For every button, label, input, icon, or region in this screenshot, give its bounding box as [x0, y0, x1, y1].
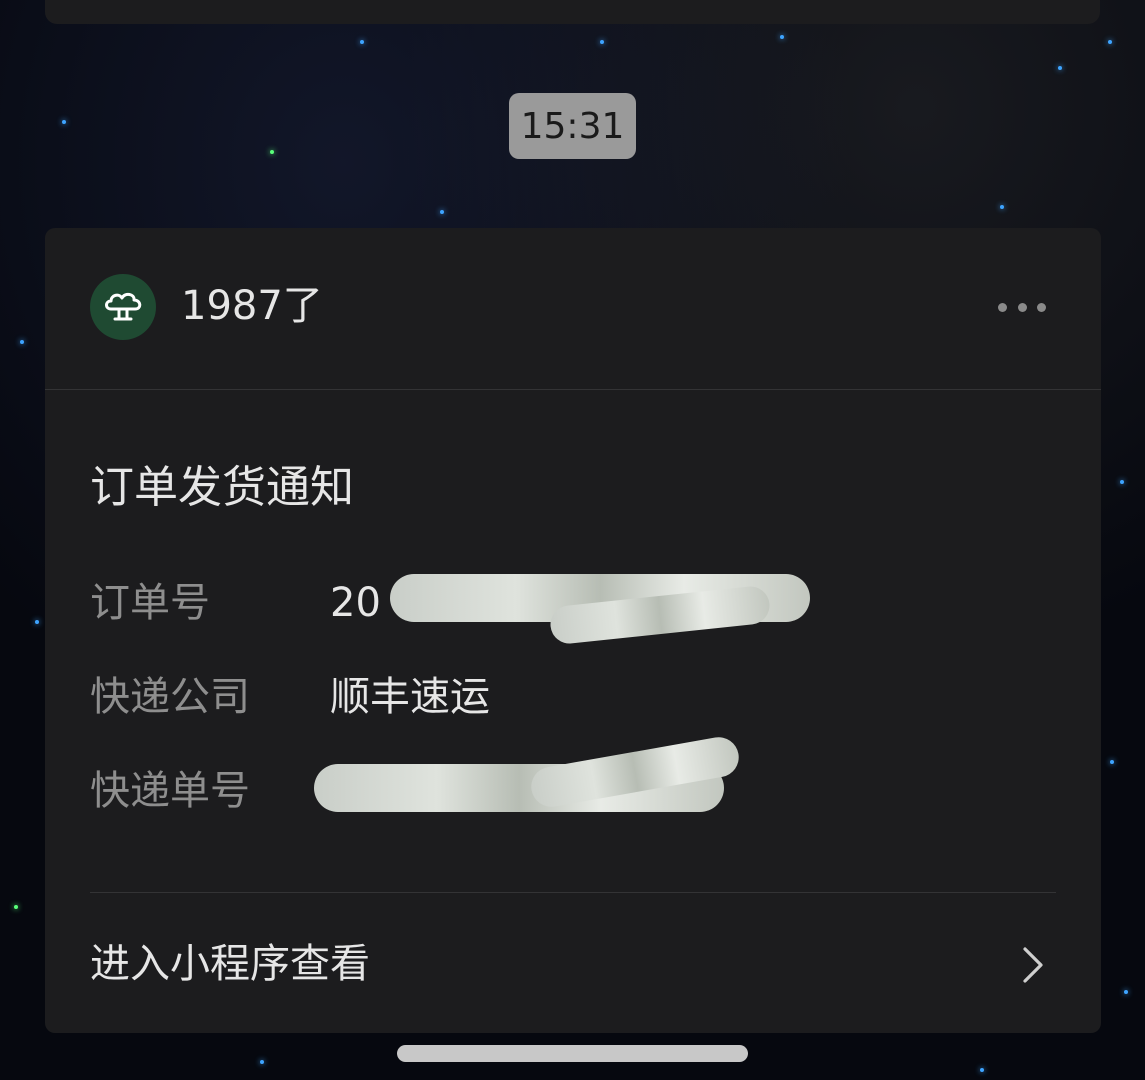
order-number-value: 20	[330, 580, 381, 626]
notification-title: 订单发货通知	[90, 462, 354, 513]
open-miniprogram-link[interactable]: 进入小程序查看	[45, 893, 1101, 1033]
tracking-number-row: 快递单号	[90, 734, 1050, 818]
header-divider	[45, 389, 1101, 390]
courier-company-value: 顺丰速运	[330, 674, 490, 720]
chevron-right-icon	[1023, 947, 1043, 983]
home-indicator[interactable]	[397, 1045, 748, 1062]
more-dots-icon[interactable]	[998, 294, 1046, 320]
order-number-label: 订单号	[90, 580, 210, 626]
message-timestamp: 15:31	[509, 93, 636, 159]
open-miniprogram-label: 进入小程序查看	[90, 941, 370, 987]
tracking-number-label: 快递单号	[90, 768, 250, 814]
shipping-notification-card[interactable]: 1987了 订单发货通知 订单号 20 快递公司 顺丰速运 快递单号 进入小程序…	[45, 228, 1101, 1033]
courier-company-row: 快递公司 顺丰速运	[90, 670, 1050, 724]
card-header: 1987了	[45, 228, 1101, 390]
courier-company-label: 快递公司	[90, 674, 250, 720]
order-number-row: 订单号 20	[90, 574, 1050, 646]
shop-name[interactable]: 1987了	[181, 280, 323, 332]
cloud-tree-icon[interactable]	[90, 274, 156, 340]
previous-message-card[interactable]	[45, 0, 1100, 24]
